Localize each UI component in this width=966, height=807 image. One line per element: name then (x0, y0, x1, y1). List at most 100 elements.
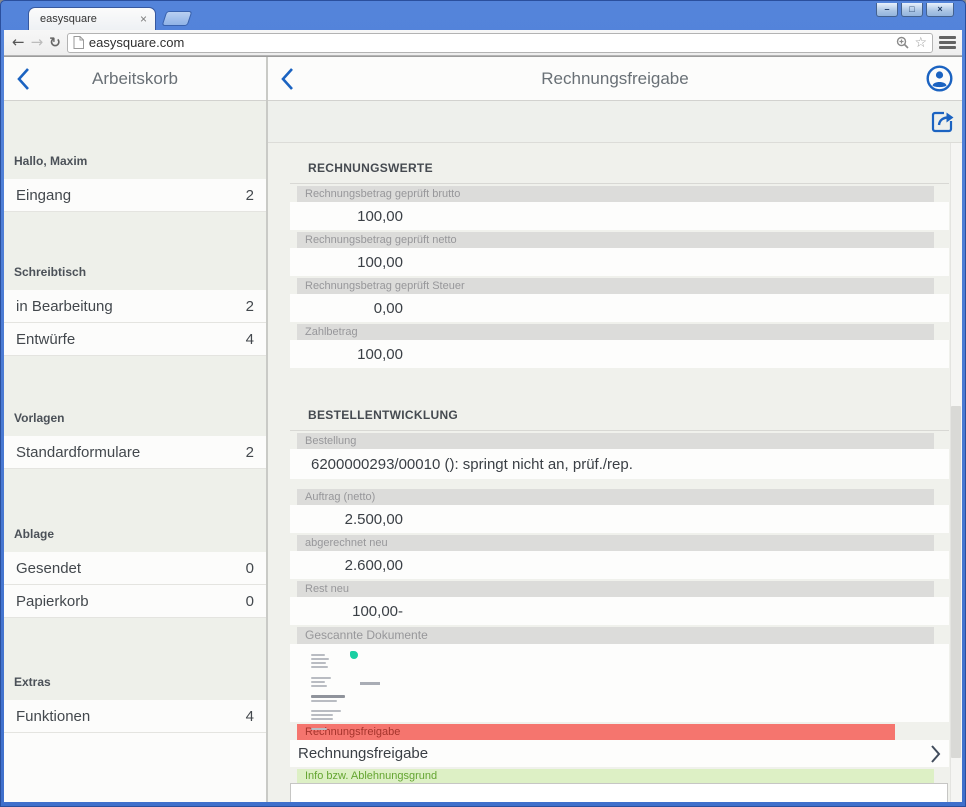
sidebar-back-chevron-icon[interactable] (16, 67, 30, 91)
scrollbar-thumb[interactable] (951, 406, 961, 758)
tab-title: easysquare (40, 13, 140, 25)
detail-back-chevron-icon[interactable] (280, 67, 294, 91)
sidebar-item-in-bearbeitung[interactable]: in Bearbeitung 2 (4, 290, 266, 323)
document-logo-mark (350, 651, 358, 659)
sidebar: Arbeitskorb Hallo, Maxim Eingang 2 Schre… (4, 57, 268, 802)
item-count: 2 (246, 298, 254, 315)
detail-pane: Rechnungsfreigabe (268, 57, 962, 802)
field-value: 2.600,00 (290, 551, 949, 579)
field-value: 100,00 (290, 248, 949, 276)
sidebar-item-eingang[interactable]: Eingang 2 (4, 179, 266, 212)
item-label: Gesendet (16, 560, 246, 577)
titlebar: easysquare × – □ × (4, 0, 962, 30)
action-toolbar (268, 101, 962, 143)
field-label: Zahlbetrag (297, 324, 934, 340)
item-count: 4 (246, 331, 254, 348)
item-label: Standardformulare (16, 444, 246, 461)
scanned-document-thumbnail[interactable] (298, 648, 378, 718)
info-ablehnungsgrund-input[interactable] (290, 783, 948, 802)
section-label: Extras (14, 675, 51, 689)
field-value: 100,00 (290, 202, 949, 230)
detail-header: Rechnungsfreigabe (268, 57, 962, 101)
reload-icon[interactable]: ↻ (49, 36, 61, 50)
sidebar-title: Arbeitskorb (4, 69, 266, 89)
sidebar-item-funktionen[interactable]: Funktionen 4 (4, 700, 266, 733)
item-count: 0 (246, 560, 254, 577)
field-rest-neu: Rest neu 100,00- (290, 581, 949, 625)
field-brutto: Rechnungsbetrag geprüft brutto 100,00 (290, 186, 949, 230)
field-label: Gescannte Dokumente (297, 627, 934, 644)
sidebar-section-vorlagen: Vorlagen (4, 356, 266, 436)
field-bestellung: Bestellung 6200000293/00010 (): springt … (290, 433, 949, 479)
item-label: in Bearbeitung (16, 298, 246, 315)
field-label: Rechnungsbetrag geprüft brutto (297, 186, 934, 202)
account-icon[interactable] (926, 65, 953, 92)
field-value (290, 644, 949, 722)
field-label: Rest neu (297, 581, 934, 597)
url-text[interactable]: easysquare.com (89, 35, 892, 50)
form-scroll-area[interactable]: RECHNUNGSWERTE Rechnungsbetrag geprüft b… (268, 143, 962, 802)
item-count: 4 (246, 708, 254, 725)
field-label: Auftrag (netto) (297, 489, 934, 505)
window-controls: – □ × (876, 3, 954, 17)
field-value: 100,00- (290, 597, 949, 625)
sidebar-item-entwuerfe[interactable]: Entwürfe 4 (4, 323, 266, 356)
easysquare-app: Arbeitskorb Hallo, Maxim Eingang 2 Schre… (4, 56, 962, 802)
page-icon (73, 36, 84, 49)
item-label: Funktionen (16, 708, 246, 725)
section-label: Schreibtisch (14, 265, 86, 279)
field-abgerechnet-neu: abgerechnet neu 2.600,00 (290, 535, 949, 579)
field-auftrag-netto: Auftrag (netto) 2.500,00 (290, 489, 949, 533)
rechnungsfreigabe-row[interactable]: Rechnungsfreigabe (290, 740, 949, 767)
item-label: Eingang (16, 187, 246, 204)
share-export-icon[interactable] (929, 108, 956, 135)
sidebar-item-standardformulare[interactable]: Standardformulare 2 (4, 436, 266, 469)
close-button[interactable]: × (926, 3, 954, 17)
field-label-info: Info bzw. Ablehnungsgrund (297, 769, 934, 783)
sidebar-header: Arbeitskorb (4, 57, 266, 101)
forward-icon: → (31, 35, 44, 50)
field-value: 100,00 (290, 340, 949, 368)
item-label: Entwürfe (16, 331, 246, 348)
item-count: 2 (246, 444, 254, 461)
section-label: Vorlagen (14, 411, 64, 425)
field-zahlbetrag: Zahlbetrag 100,00 (290, 324, 949, 368)
browser-window: easysquare × – □ × ← → ↻ easysquare.com (0, 0, 966, 807)
document-text-line (360, 682, 380, 685)
field-steuer: Rechnungsbetrag geprüft Steuer 0,00 (290, 278, 949, 322)
field-rechnungsfreigabe: Rechnungsfreigabe Rechnungsfreigabe (290, 724, 949, 767)
address-bar[interactable]: easysquare.com ☆ (67, 33, 933, 53)
browser-tab[interactable]: easysquare × (28, 7, 156, 30)
field-label: Rechnungsbetrag geprüft netto (297, 232, 934, 248)
browser-menu-icon[interactable] (939, 36, 956, 49)
tab-close-icon[interactable]: × (140, 13, 147, 25)
page-title: Rechnungsfreigabe (268, 69, 962, 89)
sidebar-item-gesendet[interactable]: Gesendet 0 (4, 552, 266, 585)
item-count: 2 (246, 187, 254, 204)
section-label: Ablage (14, 527, 54, 541)
greeting-text: Hallo, Maxim (14, 154, 87, 168)
field-netto: Rechnungsbetrag geprüft netto 100,00 (290, 232, 949, 276)
browser-toolbar: ← → ↻ easysquare.com ☆ (4, 30, 962, 56)
chevron-right-icon (930, 744, 941, 764)
section-title-bestellentwicklung: BESTELLENTWICKLUNG (290, 408, 949, 431)
sidebar-section-ablage: Ablage (4, 469, 266, 552)
vertical-scrollbar[interactable] (950, 143, 962, 802)
field-value: 2.500,00 (290, 505, 949, 533)
field-value: 0,00 (290, 294, 949, 322)
section-title-rechnungswerte: RECHNUNGSWERTE (290, 161, 949, 184)
item-count: 0 (246, 593, 254, 610)
sidebar-section-extras: Extras (4, 618, 266, 700)
zoom-icon[interactable] (896, 36, 909, 49)
minimize-button[interactable]: – (876, 3, 898, 17)
new-tab-button[interactable] (162, 11, 193, 26)
item-label: Papierkorb (16, 593, 246, 610)
back-icon[interactable]: ← (12, 35, 25, 50)
field-info-ablehnungsgrund: Info bzw. Ablehnungsgrund (290, 769, 949, 802)
field-label: Bestellung (297, 433, 934, 449)
sidebar-item-papierkorb[interactable]: Papierkorb 0 (4, 585, 266, 618)
sidebar-greeting-area: Hallo, Maxim (4, 101, 266, 179)
maximize-button[interactable]: □ (901, 3, 923, 17)
field-value: Rechnungsfreigabe (298, 745, 428, 762)
bookmark-star-icon[interactable]: ☆ (914, 36, 927, 50)
